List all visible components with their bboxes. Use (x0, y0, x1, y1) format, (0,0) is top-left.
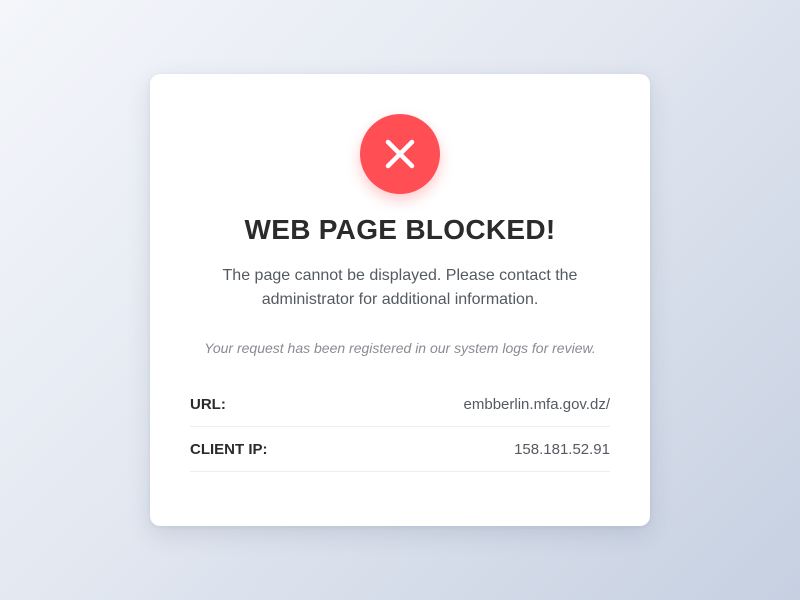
url-label: URL: (190, 395, 226, 413)
blocked-message: The page cannot be displayed. Please con… (222, 267, 578, 308)
error-badge (360, 114, 440, 194)
client-ip-value: 158.181.52.91 (514, 440, 610, 458)
url-value: embberlin.mfa.gov.dz/ (463, 395, 610, 413)
log-notice: Your request has been registered in our … (204, 340, 596, 356)
client-ip-label: CLIENT IP: (190, 440, 268, 458)
detail-row-url: URL: embberlin.mfa.gov.dz/ (190, 382, 610, 427)
blocked-page-card: WEB PAGE BLOCKED! The page cannot be dis… (150, 74, 650, 526)
close-x-icon (385, 139, 415, 169)
page-title: WEB PAGE BLOCKED! (244, 214, 556, 245)
detail-row-client-ip: CLIENT IP: 158.181.52.91 (190, 427, 610, 472)
details-list: URL: embberlin.mfa.gov.dz/ CLIENT IP: 15… (190, 382, 610, 472)
